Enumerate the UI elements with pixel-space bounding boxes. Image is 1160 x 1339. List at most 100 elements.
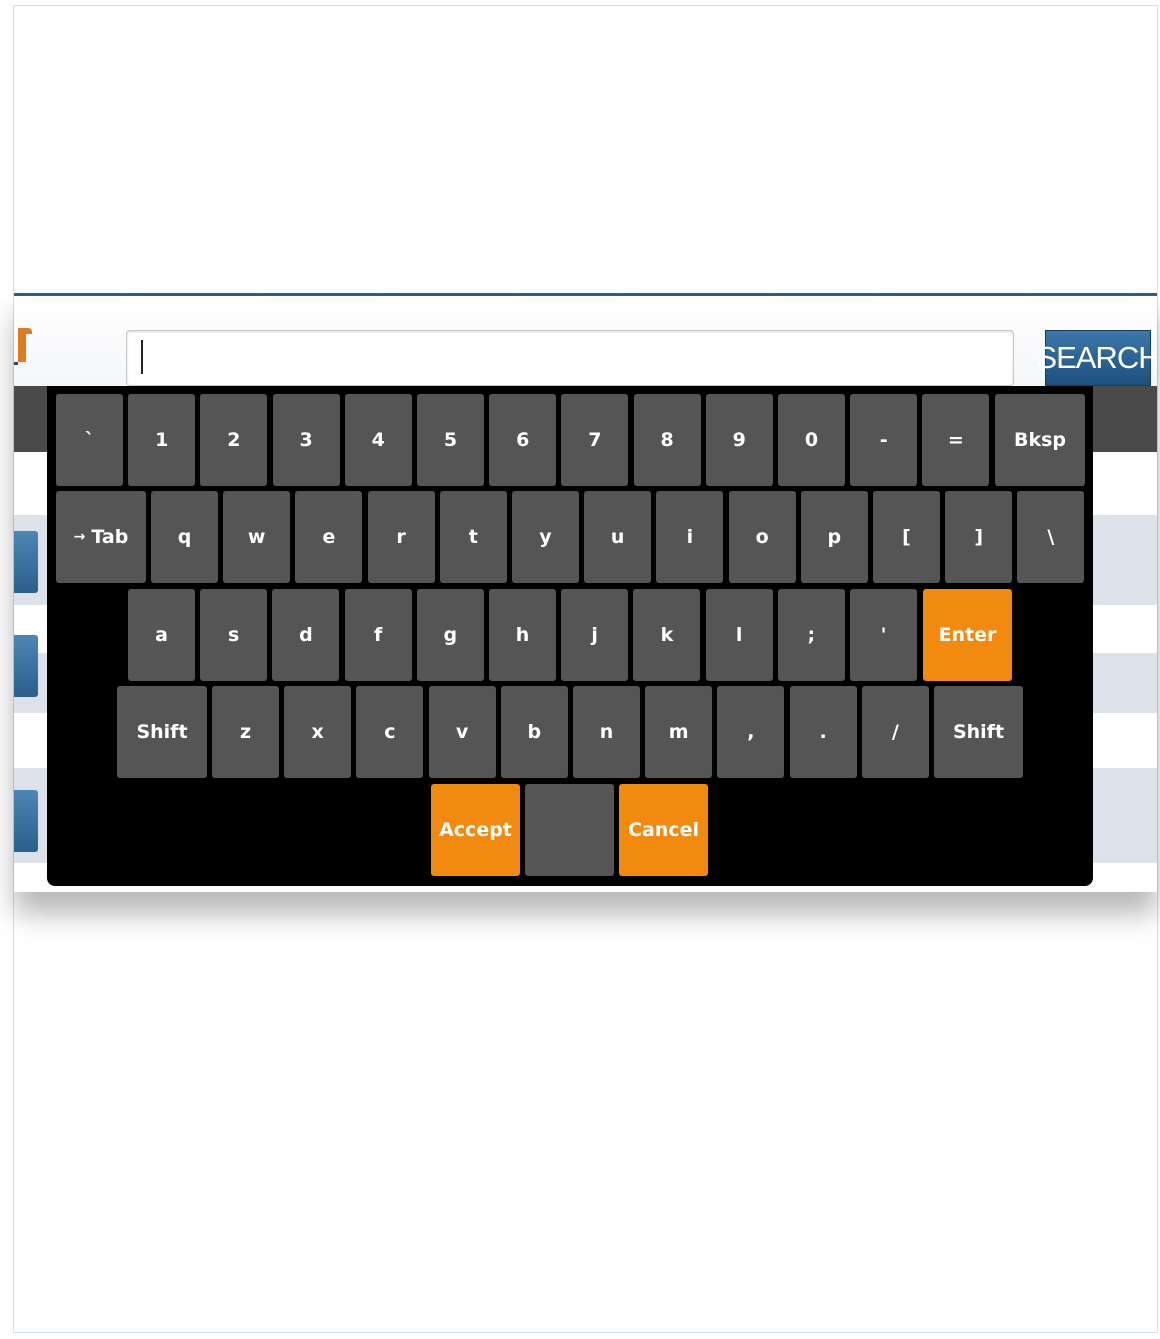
key-label: a	[155, 624, 168, 646]
key-label: 0	[804, 429, 819, 451]
s-key[interactable]: s	[200, 589, 268, 681]
key-label: 7	[588, 429, 602, 451]
shift-key[interactable]: Shift	[117, 686, 207, 778]
key-label: q	[177, 526, 192, 548]
accept-key[interactable]: Accept	[431, 784, 520, 876]
key-label: [	[902, 526, 911, 548]
period-key[interactable]: .	[789, 686, 857, 778]
key-label: f	[373, 624, 383, 646]
cancel-key[interactable]: Cancel	[619, 784, 708, 876]
1-key[interactable]: 1	[128, 394, 196, 486]
minus-key[interactable]: -	[850, 394, 918, 486]
x-key[interactable]: x	[284, 686, 352, 778]
9-key[interactable]: 9	[705, 394, 773, 486]
key-label: s	[228, 624, 240, 646]
key-label: r	[396, 526, 406, 548]
c-key[interactable]: c	[356, 686, 424, 778]
key-label: j	[591, 624, 598, 646]
7-key[interactable]: 7	[561, 394, 629, 486]
shift-key[interactable]: Shift	[934, 686, 1023, 778]
3-key[interactable]: 3	[272, 394, 340, 486]
m-key[interactable]: m	[645, 686, 713, 778]
d-key[interactable]: d	[272, 589, 340, 681]
v-key[interactable]: v	[428, 686, 496, 778]
text-cursor	[141, 340, 143, 374]
close-bracket-key[interactable]: ]	[945, 491, 1013, 583]
backtick-key[interactable]: `	[56, 394, 123, 486]
search-input[interactable]	[126, 330, 1014, 386]
key-label: t	[468, 526, 478, 548]
key-label: Bksp	[1013, 429, 1067, 451]
enter-key[interactable]: Enter	[923, 589, 1012, 681]
key-label: p	[827, 526, 842, 548]
key-label: ]	[974, 526, 984, 548]
key-label: 2	[227, 429, 241, 451]
side-button[interactable]	[14, 635, 38, 697]
key-label: y	[539, 526, 552, 548]
n-key[interactable]: n	[573, 686, 640, 778]
f-key[interactable]: f	[344, 589, 412, 681]
onscreen-keyboard: ` 1 2 3 4 5 6 7 8 9 0 - = Bksp → Tab q w e r t y u i o p [] \ a s d f g h…	[47, 386, 1093, 886]
k-key[interactable]: k	[633, 589, 701, 681]
j-key[interactable]: j	[561, 589, 629, 681]
u-key[interactable]: u	[584, 491, 652, 583]
key-label: ;	[807, 624, 816, 646]
key-label: v	[455, 721, 469, 743]
q-key[interactable]: q	[151, 491, 218, 583]
key-label: Accept	[439, 819, 512, 841]
equals-key[interactable]: =	[922, 394, 990, 486]
key-label: g	[443, 624, 458, 646]
key-label: Shift	[136, 721, 188, 743]
i-key[interactable]: i	[656, 491, 724, 583]
z-key[interactable]: z	[212, 686, 279, 778]
t-key[interactable]: t	[439, 491, 507, 583]
key-label: l	[735, 624, 743, 646]
key-label: 3	[299, 429, 313, 451]
e-key[interactable]: e	[295, 491, 363, 583]
slash-key[interactable]: /	[861, 686, 929, 778]
app-header: SEARCH	[14, 296, 1157, 386]
key-label: ,	[747, 721, 755, 743]
key-label: c	[384, 721, 396, 743]
backslash-key[interactable]: \	[1017, 491, 1085, 583]
o-key[interactable]: o	[728, 491, 796, 583]
search-button[interactable]: SEARCH	[1036, 330, 1157, 386]
tab-key[interactable]: → Tab	[56, 491, 146, 583]
key-label: '	[880, 624, 887, 646]
p-key[interactable]: p	[800, 491, 868, 583]
key-label: o	[755, 526, 769, 548]
side-button[interactable]	[14, 790, 38, 852]
2-key[interactable]: 2	[200, 394, 268, 486]
6-key[interactable]: 6	[489, 394, 557, 486]
w-key[interactable]: w	[223, 491, 291, 583]
key-label: 8	[660, 429, 674, 451]
a-key[interactable]: a	[128, 589, 195, 681]
key-label: n	[599, 721, 614, 743]
b-key[interactable]: b	[500, 686, 568, 778]
key-label: Tab	[91, 526, 129, 548]
8-key[interactable]: 8	[633, 394, 701, 486]
l-key[interactable]: l	[705, 589, 773, 681]
key-label: k	[660, 624, 674, 646]
5-key[interactable]: 5	[417, 394, 484, 486]
r-key[interactable]: r	[367, 491, 435, 583]
4-key[interactable]: 4	[344, 394, 412, 486]
apostrophe-key[interactable]: '	[850, 589, 917, 681]
bksp-key[interactable]: Bksp	[995, 394, 1085, 486]
y-key[interactable]: y	[512, 491, 579, 583]
key-label: m	[668, 721, 689, 743]
key-label: -	[879, 429, 888, 451]
key-label: w	[247, 526, 266, 548]
tab-arrow-icon: →	[73, 529, 86, 545]
key-label: Enter	[938, 624, 997, 646]
comma-key[interactable]: ,	[717, 686, 785, 778]
side-button[interactable]	[14, 531, 38, 593]
open-bracket-key[interactable]: [	[873, 491, 940, 583]
key-label: b	[527, 721, 542, 743]
space-key[interactable]	[525, 784, 614, 876]
key-label: =	[947, 429, 964, 451]
0-key[interactable]: 0	[778, 394, 845, 486]
g-key[interactable]: g	[416, 589, 484, 681]
semicolon-key[interactable]: ;	[777, 589, 845, 681]
h-key[interactable]: h	[489, 589, 556, 681]
